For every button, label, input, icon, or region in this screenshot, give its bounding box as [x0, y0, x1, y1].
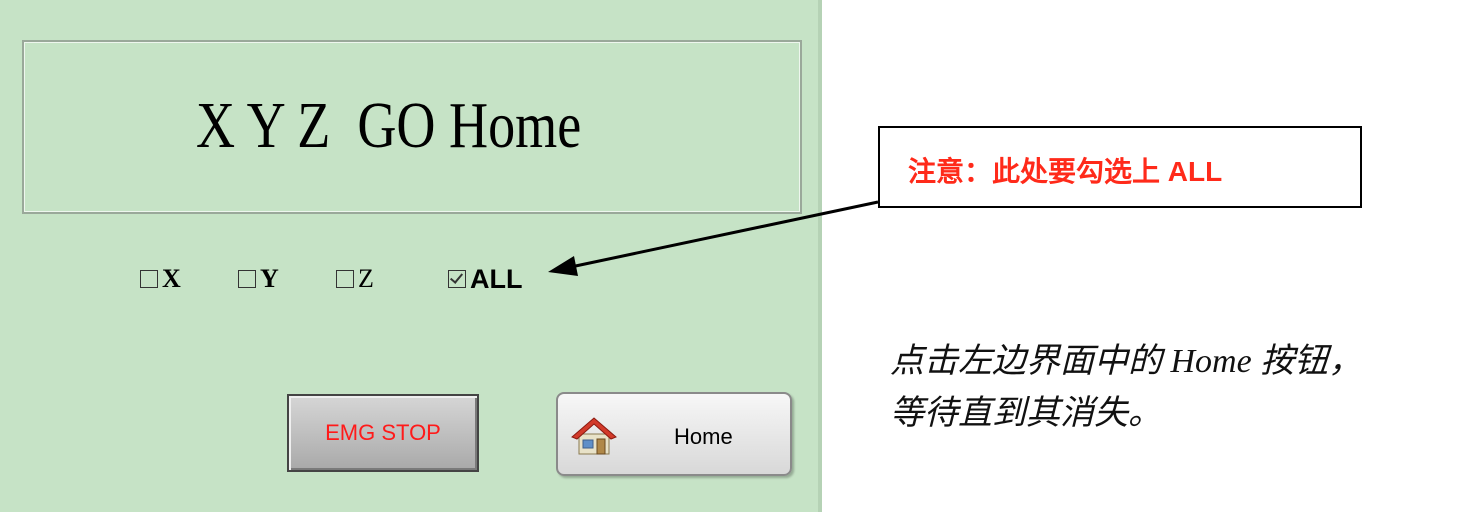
home-button[interactable]: Home — [556, 392, 792, 476]
instruction-line-2: 等待直到其消失。 — [890, 395, 1162, 432]
checkbox-z[interactable]: Z — [336, 262, 374, 296]
callout-text: 注意：此处要勾选上 ALL — [908, 156, 1223, 187]
checkbox-y[interactable]: Y — [238, 262, 279, 296]
home-button-label: Home — [674, 424, 733, 449]
house-icon — [571, 417, 617, 455]
checkbox-all-box[interactable] — [448, 270, 466, 288]
emg-stop-button[interactable]: EMG STOP — [287, 394, 479, 472]
checkbox-z-box[interactable] — [336, 270, 354, 288]
checkbox-x-label: X — [162, 264, 181, 293]
checkbox-all-label: ALL — [470, 263, 523, 294]
instruction-line-1: 点击左边界面中的 Home 按钮， — [890, 343, 1363, 380]
callout-box: 注意：此处要勾选上 ALL — [878, 126, 1362, 208]
instruction-text: 点击左边界面中的 Home 按钮， 等待直到其消失。 — [890, 336, 1362, 440]
checkbox-x-box[interactable] — [140, 270, 158, 288]
go-home-panel: X Y Z GO Home X Y Z ALL EMG STOP Home — [0, 0, 822, 512]
panel-title: X Y Z GO Home — [196, 89, 582, 162]
checkbox-all[interactable]: ALL — [448, 262, 522, 296]
checkbox-y-label: Y — [260, 264, 279, 293]
emg-stop-label: EMG STOP — [325, 420, 441, 445]
checkbox-x[interactable]: X — [140, 262, 181, 296]
checkbox-z-label: Z — [358, 264, 374, 293]
checkbox-y-box[interactable] — [238, 270, 256, 288]
screenshot-stage: X Y Z GO Home X Y Z ALL EMG STOP Home 注意… — [0, 0, 1458, 512]
